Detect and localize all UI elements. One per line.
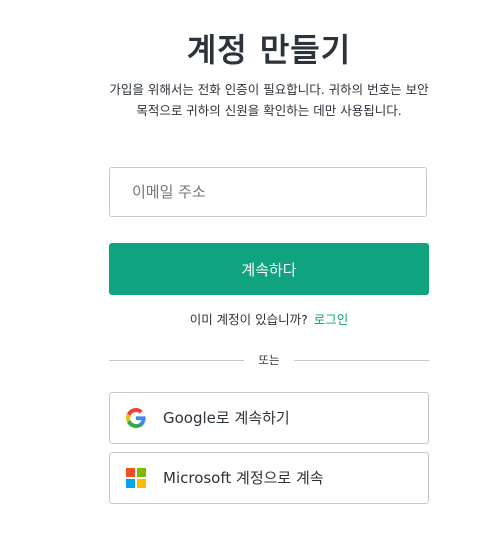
- or-divider: 또는: [109, 350, 429, 370]
- microsoft-login-button[interactable]: Microsoft 계정으로 계속: [109, 452, 429, 504]
- page-title: 계정 만들기: [186, 31, 352, 69]
- divider-line-right: [294, 360, 429, 361]
- microsoft-icon: [126, 468, 146, 488]
- login-prompt-row: 이미 계정이 있습니까? 로그인: [109, 310, 429, 330]
- google-icon: [126, 408, 146, 428]
- microsoft-login-label: Microsoft 계정으로 계속: [163, 469, 324, 487]
- divider-line-left: [109, 360, 244, 361]
- continue-button[interactable]: 계속하다: [109, 243, 429, 295]
- login-link[interactable]: 로그인: [314, 312, 349, 327]
- google-login-button[interactable]: Google로 계속하기: [109, 392, 429, 444]
- email-input[interactable]: [110, 168, 426, 216]
- page-subtitle: 가입을 위해서는 전화 인증이 필요합니다. 귀하의 번호는 보안 목적으로 귀…: [109, 82, 429, 118]
- login-prompt-text: 이미 계정이 있습니까?: [189, 312, 308, 327]
- google-login-label: Google로 계속하기: [163, 409, 290, 427]
- signup-page: 계정 만들기 가입을 위해서는 전화 인증이 필요합니다. 귀하의 번호는 보안…: [0, 0, 499, 540]
- email-field-container: [109, 167, 427, 217]
- divider-label: 또는: [258, 353, 280, 367]
